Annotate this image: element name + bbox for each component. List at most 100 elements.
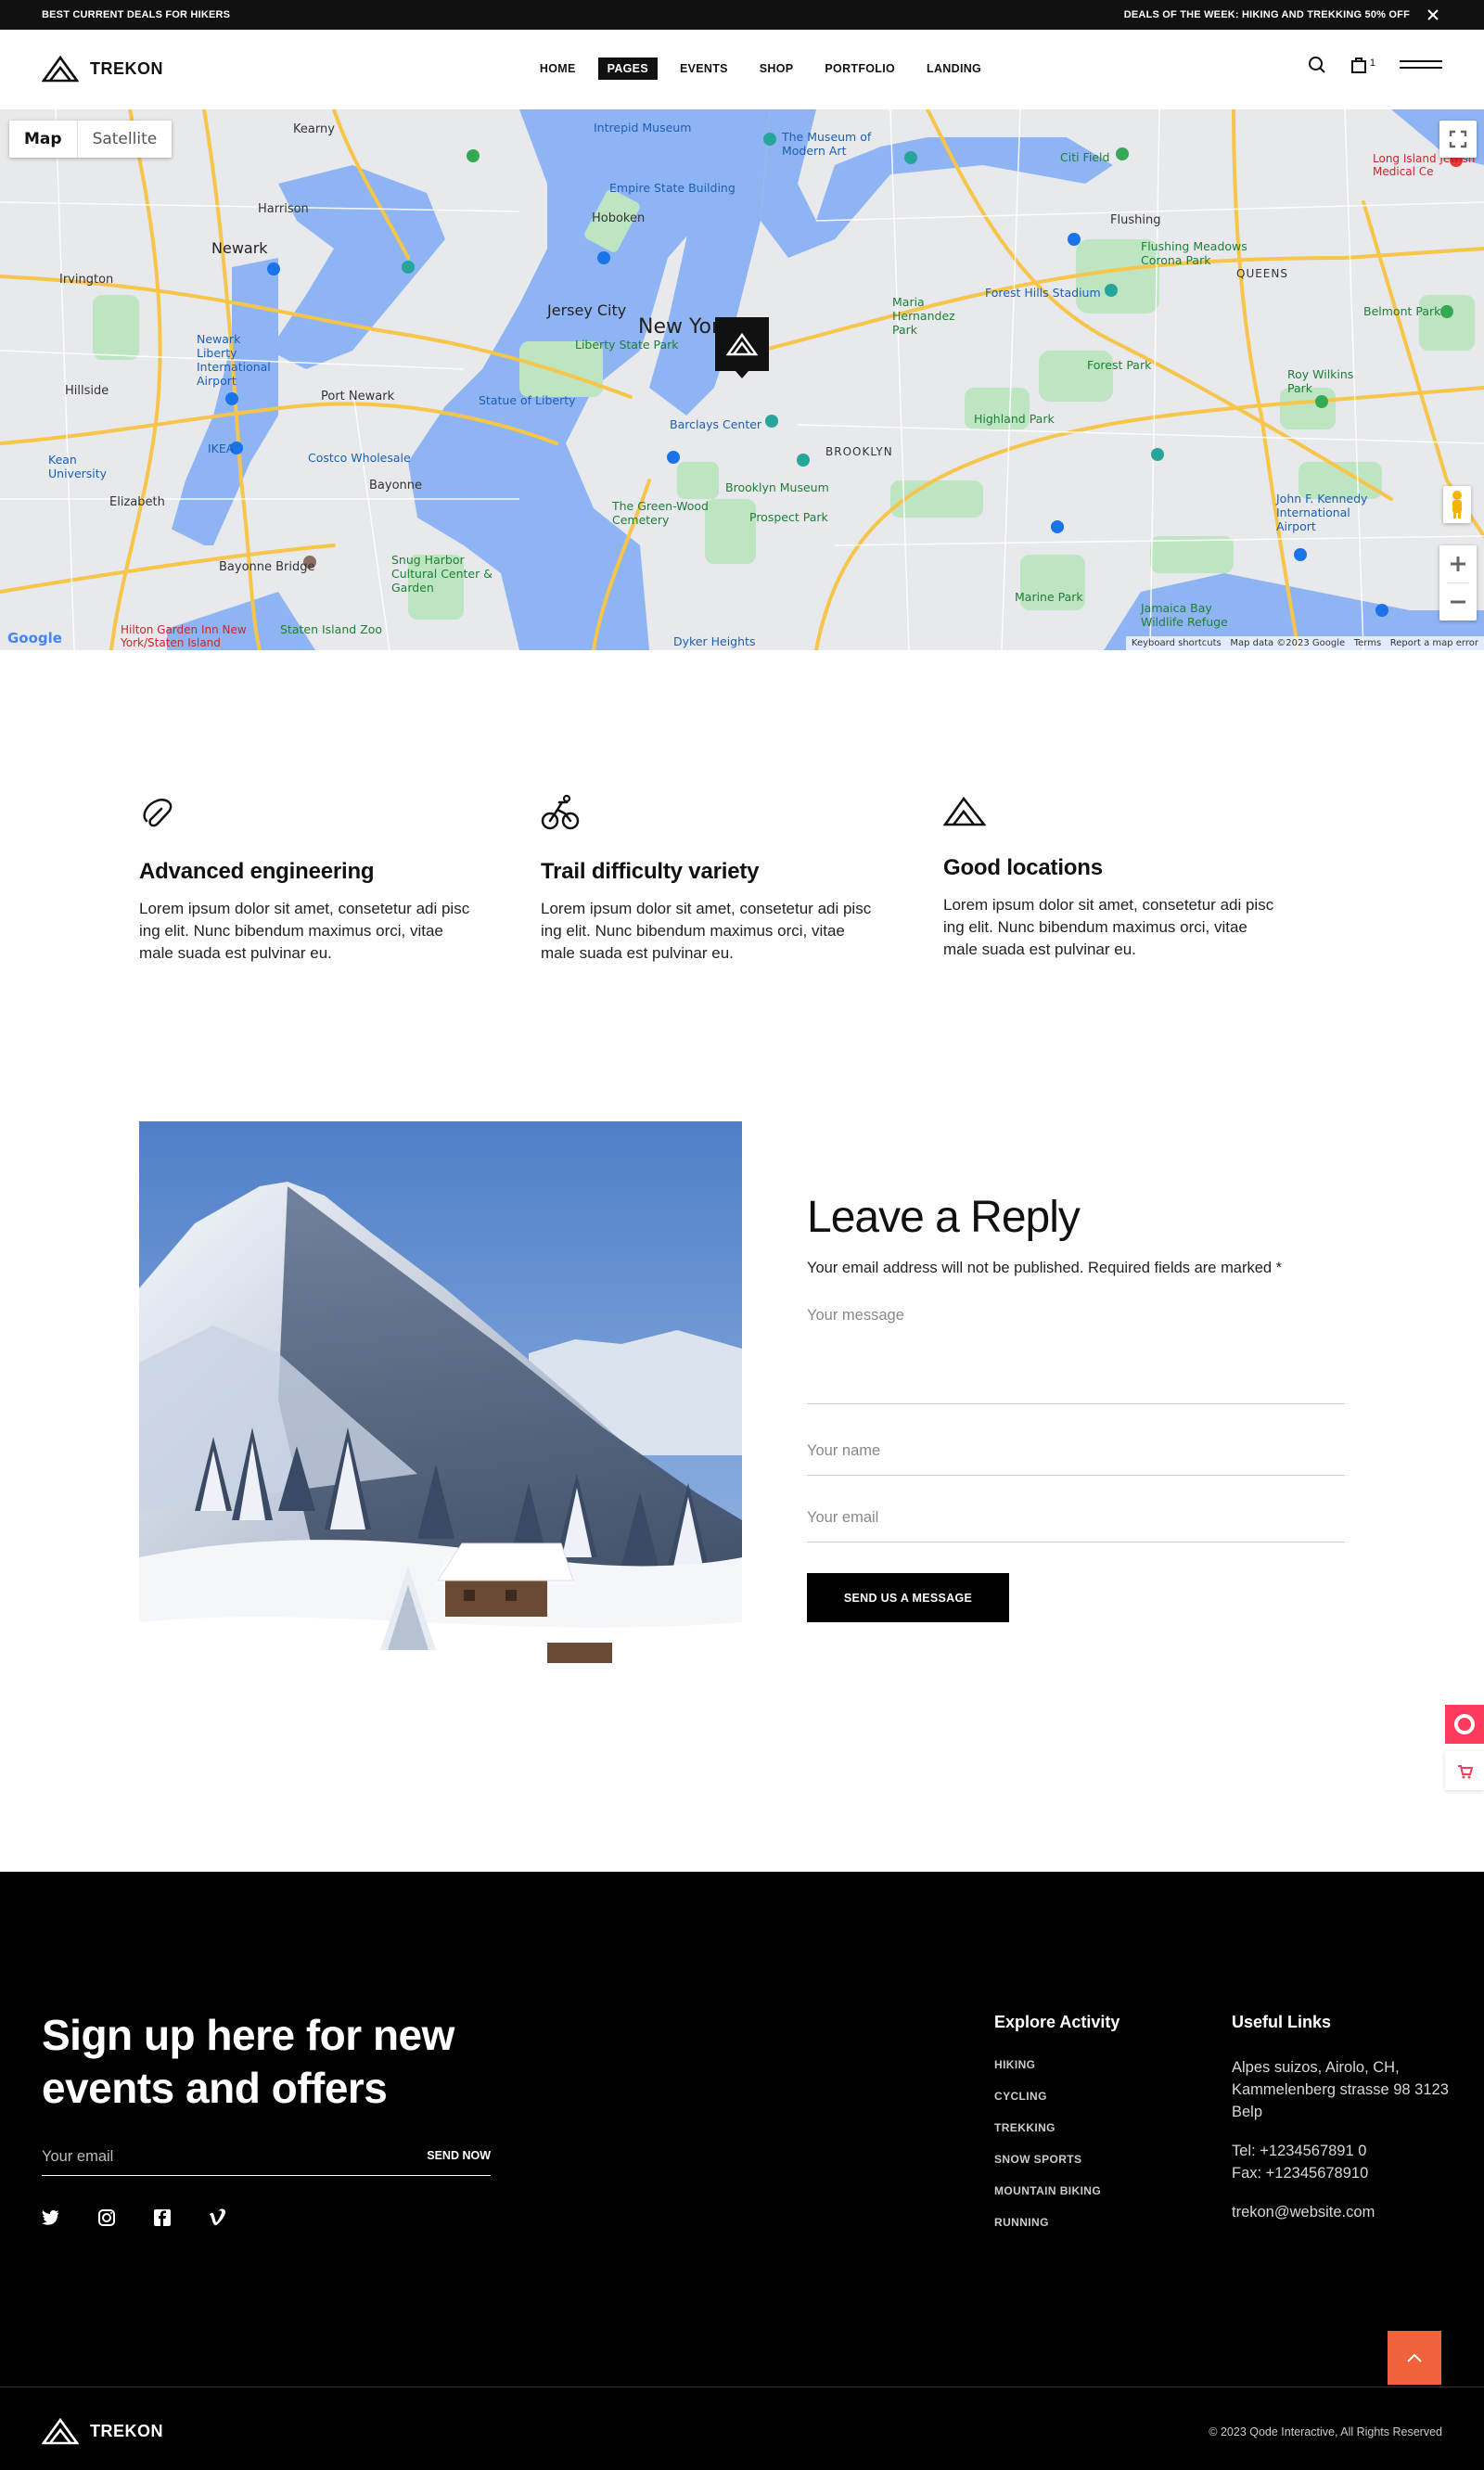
signup-title: Sign up here for new events and offers [42,2011,454,2112]
newsletter-email-input[interactable] [42,2143,394,2170]
map-label-hilton-garden: Hilton Garden Inn New York/Staten Island [121,623,247,649]
map-label-statue-of-liberty: Statue of Liberty [479,393,576,407]
photo-illustration [139,1121,742,1724]
nav-shop[interactable]: SHOP [750,58,803,80]
nav-landing[interactable]: LANDING [917,58,991,80]
cart-button[interactable]: 1 [1350,56,1375,74]
map-location-pin[interactable] [715,317,769,378]
fullscreen-button[interactable] [1439,121,1477,158]
map-label-jfk: John F. Kennedy International Airport [1276,492,1368,533]
map-label-roy-wilkins: Roy Wilkins Park [1287,367,1354,395]
announcement-right[interactable]: DEALS OF THE WEEK: HIKING AND TREKKING 5… [1124,9,1410,20]
map-label-prospect-park: Prospect Park [749,510,828,524]
feature-title: Good locations [943,855,1103,880]
comment-form: Leave a Reply Your email address will no… [807,1192,1345,1622]
map-label-kean-university: Kean University [48,453,108,480]
feature-title: Trail difficulty variety [541,859,760,884]
feature-good-locations: Good locations Lorem ipsum dolor sit ame… [942,793,1277,961]
map-label-elizabeth: Elizabeth [109,495,165,509]
nav-portfolio[interactable]: PORTFOLIO [815,58,904,80]
map-label-green-wood: The Green-Wood Cemetery [612,499,709,527]
keyboard-shortcuts-link[interactable]: Keyboard shortcuts [1132,638,1222,648]
email-field[interactable] [807,1494,1345,1542]
feature-trail-difficulty: Trail difficulty variety Lorem ipsum dol… [541,793,875,965]
map-label-hillside: Hillside [65,384,109,398]
location-map[interactable]: New York Jersey City Newark Hoboken Harr… [0,109,1484,650]
map-type-toggle: Map Satellite [9,121,173,158]
explore-link-running[interactable]: RUNNING [994,2216,1119,2247]
zoom-out-icon[interactable] [1439,583,1477,621]
back-to-top-button[interactable] [1388,2331,1441,2385]
message-field[interactable] [807,1307,1345,1404]
twitter-icon[interactable] [42,2208,60,2227]
map-label-flushing: Flushing [1110,213,1161,227]
map-data-credit: Map data ©2023 Google [1230,638,1346,648]
winter-cabin-photo [139,1121,742,1724]
cart-count: 1 [1369,58,1375,69]
menu-icon[interactable] [1400,60,1442,70]
search-icon[interactable] [1308,56,1326,74]
copyright-text: © 2023 Qode Interactive, All Rights Rese… [1209,2425,1442,2438]
nav-events[interactable]: EVENTS [671,58,737,80]
report-error-link[interactable]: Report a map error [1390,638,1478,648]
close-icon[interactable] [1424,6,1442,24]
nav-home[interactable]: HOME [531,58,585,80]
chevron-up-icon [1407,2353,1422,2362]
tel-text[interactable]: Tel: +1234567891 0 [1232,2140,1464,2162]
useful-links-column: Useful Links Alpes suizos, Airolo, CH, K… [1232,2013,1464,2223]
map-label-costco: Costco Wholesale [308,451,411,465]
map-label-liberty-park: Liberty State Park [575,338,679,352]
footer-logo-text: TREKON [90,2421,163,2440]
lifebuoy-icon [1454,1714,1475,1734]
send-message-button[interactable]: SEND US A MESSAGE [807,1573,1009,1622]
terms-link[interactable]: Terms [1354,638,1381,648]
useful-title: Useful Links [1232,2013,1332,2031]
explore-title: Explore Activity [994,2013,1120,2031]
instagram-icon[interactable] [97,2208,116,2227]
map-label-brooklyn: BROOKLYN [825,445,893,458]
fax-text: Fax: +12345678910 [1232,2165,1369,2182]
address-text: Alpes suizos, Airolo, CH, Kammelenberg s… [1232,2059,1449,2120]
newsletter-form: SEND NOW [42,2143,491,2176]
map-label-marine-park: Marine Park [1015,590,1083,604]
send-now-button[interactable]: SEND NOW [427,2149,491,2162]
explore-link-snow-sports[interactable]: SNOW SPORTS [994,2153,1119,2184]
footer-logo[interactable]: TREKON [42,2417,163,2445]
explore-link-cycling[interactable]: CYCLING [994,2090,1119,2121]
map-tab-map[interactable]: Map [9,121,77,158]
explore-link-trekking[interactable]: TREKKING [994,2121,1119,2153]
street-view-pegman[interactable] [1443,486,1471,523]
map-label-forest-park: Forest Park [1087,358,1152,372]
paperclip-icon [143,799,173,827]
map-label-dyker-heights: Dyker Heights [673,634,756,648]
feature-text: Lorem ipsum dolor sit amet, consetetur a… [139,900,470,962]
email-link[interactable]: trekon@website.com [1232,2201,1464,2223]
map-label-maria-hernandez: Maria Hernandez Park [892,295,955,337]
pegman-icon [1452,491,1462,518]
floating-cart-widget[interactable] [1445,1751,1484,1790]
map-label-bayonne: Bayonne [369,479,423,493]
social-links [42,2208,227,2227]
mountain-icon [942,796,987,826]
map-label-belmont-park: Belmont Park [1363,304,1441,318]
floating-widget-pink[interactable] [1445,1705,1484,1744]
map-label-ikea: IKEA [208,442,235,455]
map-label-jamaica-bay: Jamaica Bay Wildlife Refuge [1141,601,1228,629]
facebook-icon[interactable] [153,2208,172,2227]
main-nav: HOME PAGES EVENTS SHOP PORTFOLIO LANDING [0,58,1484,80]
map-label-staten-island-zoo: Staten Island Zoo [280,622,383,636]
map-label-highland-park: Highland Park [974,412,1055,426]
map-label-flushing-meadows: Flushing Meadows Corona Park [1141,239,1247,267]
explore-link-mountain-biking[interactable]: MOUNTAIN BIKING [994,2184,1119,2216]
feature-text: Lorem ipsum dolor sit amet, consetetur a… [943,896,1274,958]
map-attribution: Keyboard shortcuts Map data ©2023 Google… [1125,636,1484,650]
name-field[interactable] [807,1427,1345,1476]
header-actions: 1 [1308,56,1442,74]
map-label-newark: Newark [211,239,268,257]
nav-pages[interactable]: PAGES [597,58,658,80]
explore-link-hiking[interactable]: HIKING [994,2058,1119,2090]
map-tab-satellite[interactable]: Satellite [76,121,173,158]
zoom-in-icon[interactable] [1439,545,1477,582]
map-label-port-newark: Port Newark [321,390,395,403]
vimeo-icon[interactable] [209,2208,227,2227]
